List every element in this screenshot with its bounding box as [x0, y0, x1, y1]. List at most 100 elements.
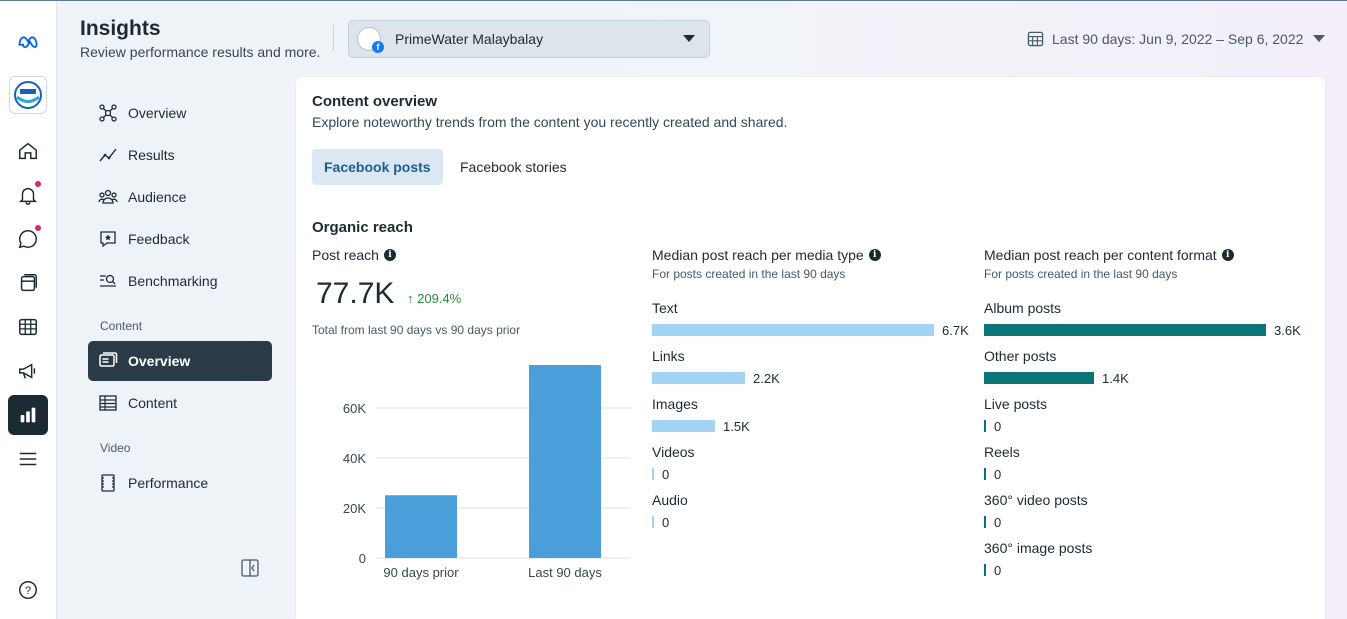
bar-row[interactable]: Other posts 1.4K [984, 348, 1129, 386]
chat-icon[interactable] [8, 219, 48, 259]
nav-label: Overview [128, 353, 191, 369]
nav-audience[interactable]: Audience [88, 177, 272, 217]
nav-results[interactable]: Results [88, 135, 272, 175]
bar-value: 0 [994, 514, 1002, 530]
bar-fill [652, 324, 934, 336]
date-range-picker[interactable]: Last 90 days: Jun 9, 2022 – Sep 6, 2022 [1027, 30, 1326, 47]
bar-row-line: 6.7K [652, 322, 969, 338]
nav-label: Performance [128, 475, 209, 491]
collapse-sidebar-icon[interactable] [240, 558, 260, 578]
media-type-label: Median post reach per media type i [652, 247, 881, 263]
nav-content[interactable]: Content [88, 383, 272, 423]
bar-row-label: 360° image posts [984, 540, 1093, 556]
left-rail: ? [0, 1, 57, 619]
page-logo: f [357, 27, 384, 53]
header-divider [333, 25, 334, 51]
help-icon[interactable]: ? [8, 570, 48, 610]
y-tick-label: 0 [359, 551, 366, 566]
bar-value: 0 [994, 562, 1002, 578]
message-dot [35, 225, 41, 231]
page-selector[interactable]: f PrimeWater Malaybalay [348, 20, 710, 58]
date-range-label: Last 90 days: Jun 9, 2022 – Sep 6, 2022 [1052, 30, 1304, 47]
bar-row[interactable]: Reels 0 [984, 444, 1020, 482]
content-overview-card: Content overview Explore noteworthy tren… [296, 77, 1325, 619]
bar-row-line: 0 [984, 419, 1047, 434]
y-tick-label: 40K [343, 451, 366, 466]
arrow-up-icon: ↑ [407, 291, 414, 306]
y-tick-label: 60K [343, 401, 366, 416]
delta-value: 209.4% [417, 291, 462, 306]
nav-performance[interactable]: Performance [88, 463, 272, 503]
bar-row[interactable]: Text 6.7K [652, 300, 969, 338]
post-reach-delta: ↑ 209.4% [407, 291, 461, 306]
notification-dot [35, 181, 41, 187]
nav-section-content: Content [100, 319, 143, 333]
bar-fill [652, 372, 745, 384]
nav-section-video: Video [100, 441, 131, 455]
bar-fill [984, 372, 1094, 384]
people-icon [98, 189, 118, 204]
benchmark-search-icon [100, 274, 116, 287]
bar-value: 0 [994, 466, 1002, 482]
nav-label: Content [128, 395, 178, 411]
nav-benchmarking[interactable]: Benchmarking [88, 261, 272, 301]
bar-row-line: 0 [652, 515, 688, 530]
bar-row-line: 3.6K [984, 322, 1301, 338]
chevron-down-icon [683, 35, 695, 42]
table-grid-icon [99, 395, 117, 411]
bar-row-label: 360° video posts [984, 492, 1088, 508]
bar-value: 1.4K [1102, 370, 1129, 386]
tab-facebook-posts[interactable]: Facebook posts [312, 149, 443, 185]
bar-row[interactable]: 360° video posts 0 [984, 492, 1088, 530]
info-icon[interactable]: i [1221, 249, 1234, 261]
nav-overview[interactable]: Overview [88, 93, 272, 133]
bell-icon[interactable] [8, 175, 48, 215]
bar-fill [984, 468, 986, 480]
media-type-text: Median post reach per media type [652, 247, 864, 263]
y-tick-label: 20K [343, 501, 366, 516]
bar[interactable] [529, 365, 601, 558]
bar-row-line: 0 [984, 514, 1088, 530]
bar-row[interactable]: Videos 0 [652, 444, 695, 482]
bar-row-label: Other posts [984, 348, 1057, 364]
tab-facebook-stories[interactable]: Facebook stories [448, 149, 579, 185]
bar-row[interactable]: Album posts 3.6K [984, 300, 1301, 338]
content-format-label: Median post reach per content format i [984, 247, 1234, 263]
bar-row-label: Text [652, 300, 678, 316]
svg-text:?: ? [25, 585, 31, 597]
bar-value: 6.7K [942, 322, 969, 338]
bar-row[interactable]: Audio 0 [652, 492, 688, 530]
table-icon[interactable] [8, 307, 48, 347]
bar-row-label: Reels [984, 444, 1020, 460]
bar-row[interactable]: Live posts 0 [984, 396, 1047, 434]
bar-row-line: 0 [984, 466, 1020, 482]
megaphone-icon[interactable] [8, 351, 48, 391]
bar-row[interactable]: 360° image posts 0 [984, 540, 1093, 578]
menu-icon[interactable] [8, 439, 48, 479]
trend-icon [99, 148, 117, 162]
post-reach-bar-chart: 0 20K 40K 60K 90 days prior Last 90 days [343, 365, 631, 580]
meta-logo-icon[interactable] [8, 21, 48, 61]
posts-icon[interactable] [8, 263, 48, 303]
bar-row[interactable]: Links 2.2K [652, 348, 780, 386]
cards-icon [99, 352, 118, 367]
insights-icon[interactable] [8, 395, 48, 435]
info-icon[interactable]: i [383, 249, 396, 261]
home-icon[interactable] [8, 131, 48, 171]
page-avatar[interactable] [9, 76, 47, 114]
bar-value: 3.6K [1274, 322, 1301, 338]
bar[interactable] [385, 495, 457, 558]
bar-fill [984, 564, 986, 576]
bar-row-line: 0 [652, 467, 695, 482]
nav-feedback[interactable]: Feedback [88, 219, 272, 259]
info-icon[interactable]: i [868, 249, 881, 261]
film-icon [101, 474, 115, 492]
bar-value: 2.2K [753, 370, 780, 386]
bar-row-line: 1.4K [984, 370, 1129, 386]
bar-row-line: 1.5K [652, 419, 750, 434]
x-tick-label: Last 90 days [528, 565, 602, 580]
bar-row-label: Audio [652, 492, 688, 508]
nav-content-overview[interactable]: Overview [88, 341, 272, 381]
bar-row[interactable]: Images 1.5K [652, 396, 750, 434]
nav-label: Results [128, 147, 175, 163]
